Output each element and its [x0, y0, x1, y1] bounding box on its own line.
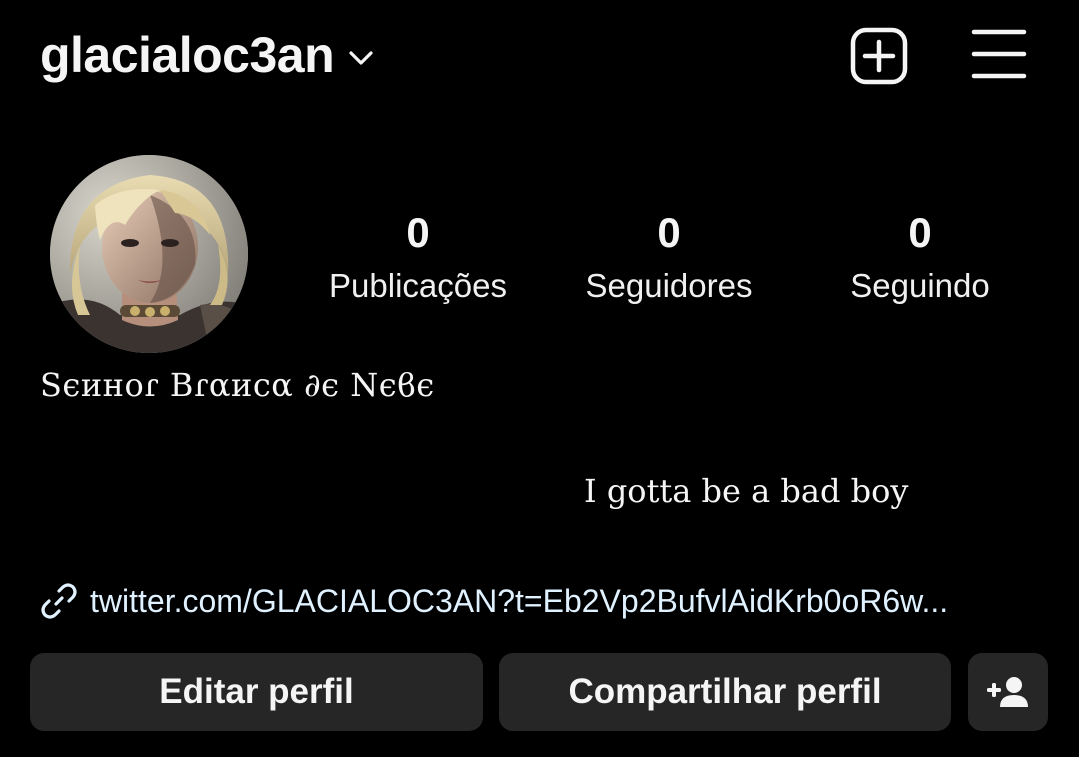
- followers-count-value: 0: [657, 209, 681, 256]
- posts-count[interactable]: 0 Publicações: [308, 208, 528, 314]
- following-count-label: Seguindo: [850, 267, 990, 304]
- chevron-down-icon: [349, 51, 373, 65]
- profile-bio: I gotta be a bad boy: [584, 472, 909, 510]
- posts-count-value: 0: [406, 209, 430, 256]
- person-add-icon: [987, 677, 1028, 707]
- profile-link[interactable]: twitter.com/GLACIALOC3AN?t=Eb2Vp2BufvlAi…: [40, 578, 1040, 624]
- posts-count-label: Publicações: [329, 267, 507, 304]
- followers-count[interactable]: 0 Seguidores: [559, 208, 779, 314]
- share-profile-button[interactable]: Compartilhar perfil: [499, 653, 951, 731]
- following-count[interactable]: 0 Seguindo: [810, 208, 1030, 314]
- profile-link-text: twitter.com/GLACIALOC3AN?t=Eb2Vp2BufvlAi…: [90, 582, 949, 619]
- account-switcher[interactable]: glacialoc3an: [40, 24, 374, 86]
- profile-display-name: Ѕєинoɾ Bɾαиcα ∂є Nєϐє: [40, 366, 435, 404]
- profile-avatar-photo: [50, 155, 248, 353]
- discover-people-button[interactable]: [968, 653, 1048, 731]
- plus-square-icon[interactable]: [849, 26, 909, 86]
- following-count-value: 0: [908, 209, 932, 256]
- hamburger-menu-icon[interactable]: [970, 26, 1028, 82]
- followers-count-label: Seguidores: [585, 267, 753, 304]
- link-icon: [41, 583, 77, 619]
- profile-username: glacialoc3an: [40, 27, 335, 83]
- edit-profile-button[interactable]: Editar perfil: [30, 653, 483, 731]
- profile-avatar[interactable]: [50, 155, 248, 353]
